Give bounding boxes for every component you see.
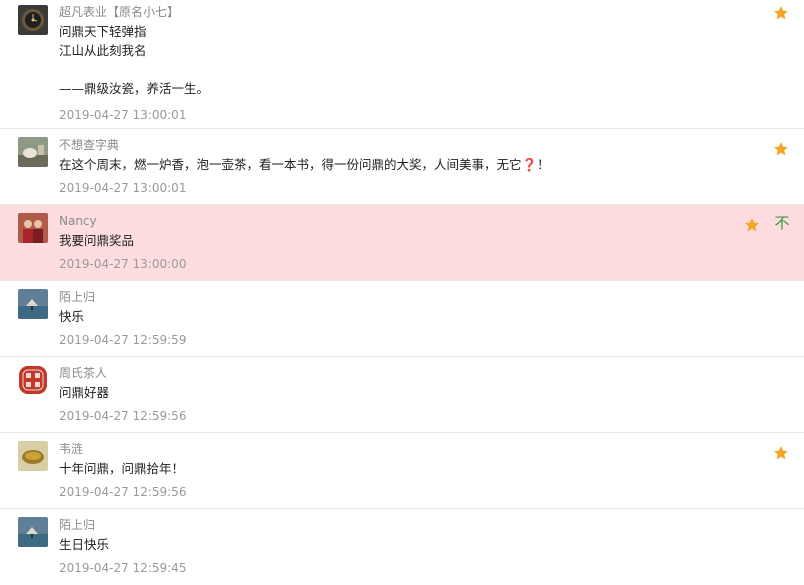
commenter-name: 陌上归 bbox=[59, 518, 96, 532]
comment-item: 陌上归 快乐 2019-04-27 12:59:59 bbox=[0, 281, 804, 357]
commenter-name: Nancy bbox=[59, 214, 97, 228]
watch-avatar-icon[interactable] bbox=[18, 5, 48, 35]
comment-time: 2019-04-27 13:00:01 bbox=[59, 181, 187, 195]
comment-item: 超凡表业【原名小七】 问鼎天下轻弹指 江山从此刻我名 ——鼎级汝瓷，养活一生。 … bbox=[0, 0, 804, 129]
lake-avatar-icon[interactable] bbox=[18, 517, 48, 547]
commenter-name: 韦涟 bbox=[59, 442, 84, 456]
comment-content: 问鼎好器 bbox=[59, 385, 110, 400]
comment-content: 在这个周末，燃一炉香，泡一壶茶，看一本书，得一份问鼎的大奖，人间美事，无它❓！ bbox=[59, 157, 550, 172]
comment-content: 我要问鼎奖品 bbox=[59, 233, 135, 248]
comment-time: 2019-04-27 12:59:59 bbox=[59, 333, 187, 347]
teacup-avatar-icon[interactable] bbox=[18, 441, 48, 471]
lake-avatar-icon[interactable] bbox=[18, 289, 48, 319]
comment-list: 超凡表业【原名小七】 问鼎天下轻弹指 江山从此刻我名 ——鼎级汝瓷，养活一生。 … bbox=[0, 0, 804, 580]
people-avatar-icon[interactable] bbox=[18, 213, 48, 243]
comment-time: 2019-04-27 12:59:56 bbox=[59, 485, 187, 499]
comment-item: Nancy 我要问鼎奖品 2019-04-27 13:00:00 不 bbox=[0, 205, 804, 281]
star-icon[interactable] bbox=[773, 141, 789, 157]
comment-content: 问鼎天下轻弹指 江山从此刻我名 ——鼎级汝瓷，养活一生。 bbox=[59, 24, 210, 96]
commenter-name: 陌上归 bbox=[59, 290, 96, 304]
comment-item: 韦涟 十年问鼎，问鼎拾年！ 2019-04-27 12:59:56 bbox=[0, 433, 804, 509]
commenter-name: 不想查字典 bbox=[59, 138, 120, 152]
comment-time: 2019-04-27 12:59:56 bbox=[59, 409, 187, 423]
star-icon[interactable] bbox=[773, 5, 789, 21]
comment-time: 2019-04-27 12:59:45 bbox=[59, 561, 187, 575]
comment-time: 2019-04-27 13:00:00 bbox=[59, 257, 187, 271]
comment-content: 十年问鼎，问鼎拾年！ bbox=[59, 461, 185, 476]
pin-top-button[interactable]: 不 bbox=[774, 215, 790, 231]
tea-avatar-icon[interactable] bbox=[18, 137, 48, 167]
comment-item: 周氏茶人 问鼎好器 2019-04-27 12:59:56 bbox=[0, 357, 804, 433]
comment-item: 不想查字典 在这个周末，燃一炉香，泡一壶茶，看一本书，得一份问鼎的大奖，人间美事… bbox=[0, 129, 804, 205]
star-icon[interactable] bbox=[744, 217, 760, 233]
commenter-name: 超凡表业【原名小七】 bbox=[59, 5, 180, 19]
star-icon[interactable] bbox=[773, 445, 789, 461]
comment-item: 陌上归 生日快乐 2019-04-27 12:59:45 bbox=[0, 509, 804, 580]
seal-avatar-icon[interactable] bbox=[18, 365, 48, 395]
commenter-name: 周氏茶人 bbox=[59, 366, 108, 380]
comment-content: 生日快乐 bbox=[59, 537, 110, 552]
comment-content: 快乐 bbox=[59, 309, 85, 324]
